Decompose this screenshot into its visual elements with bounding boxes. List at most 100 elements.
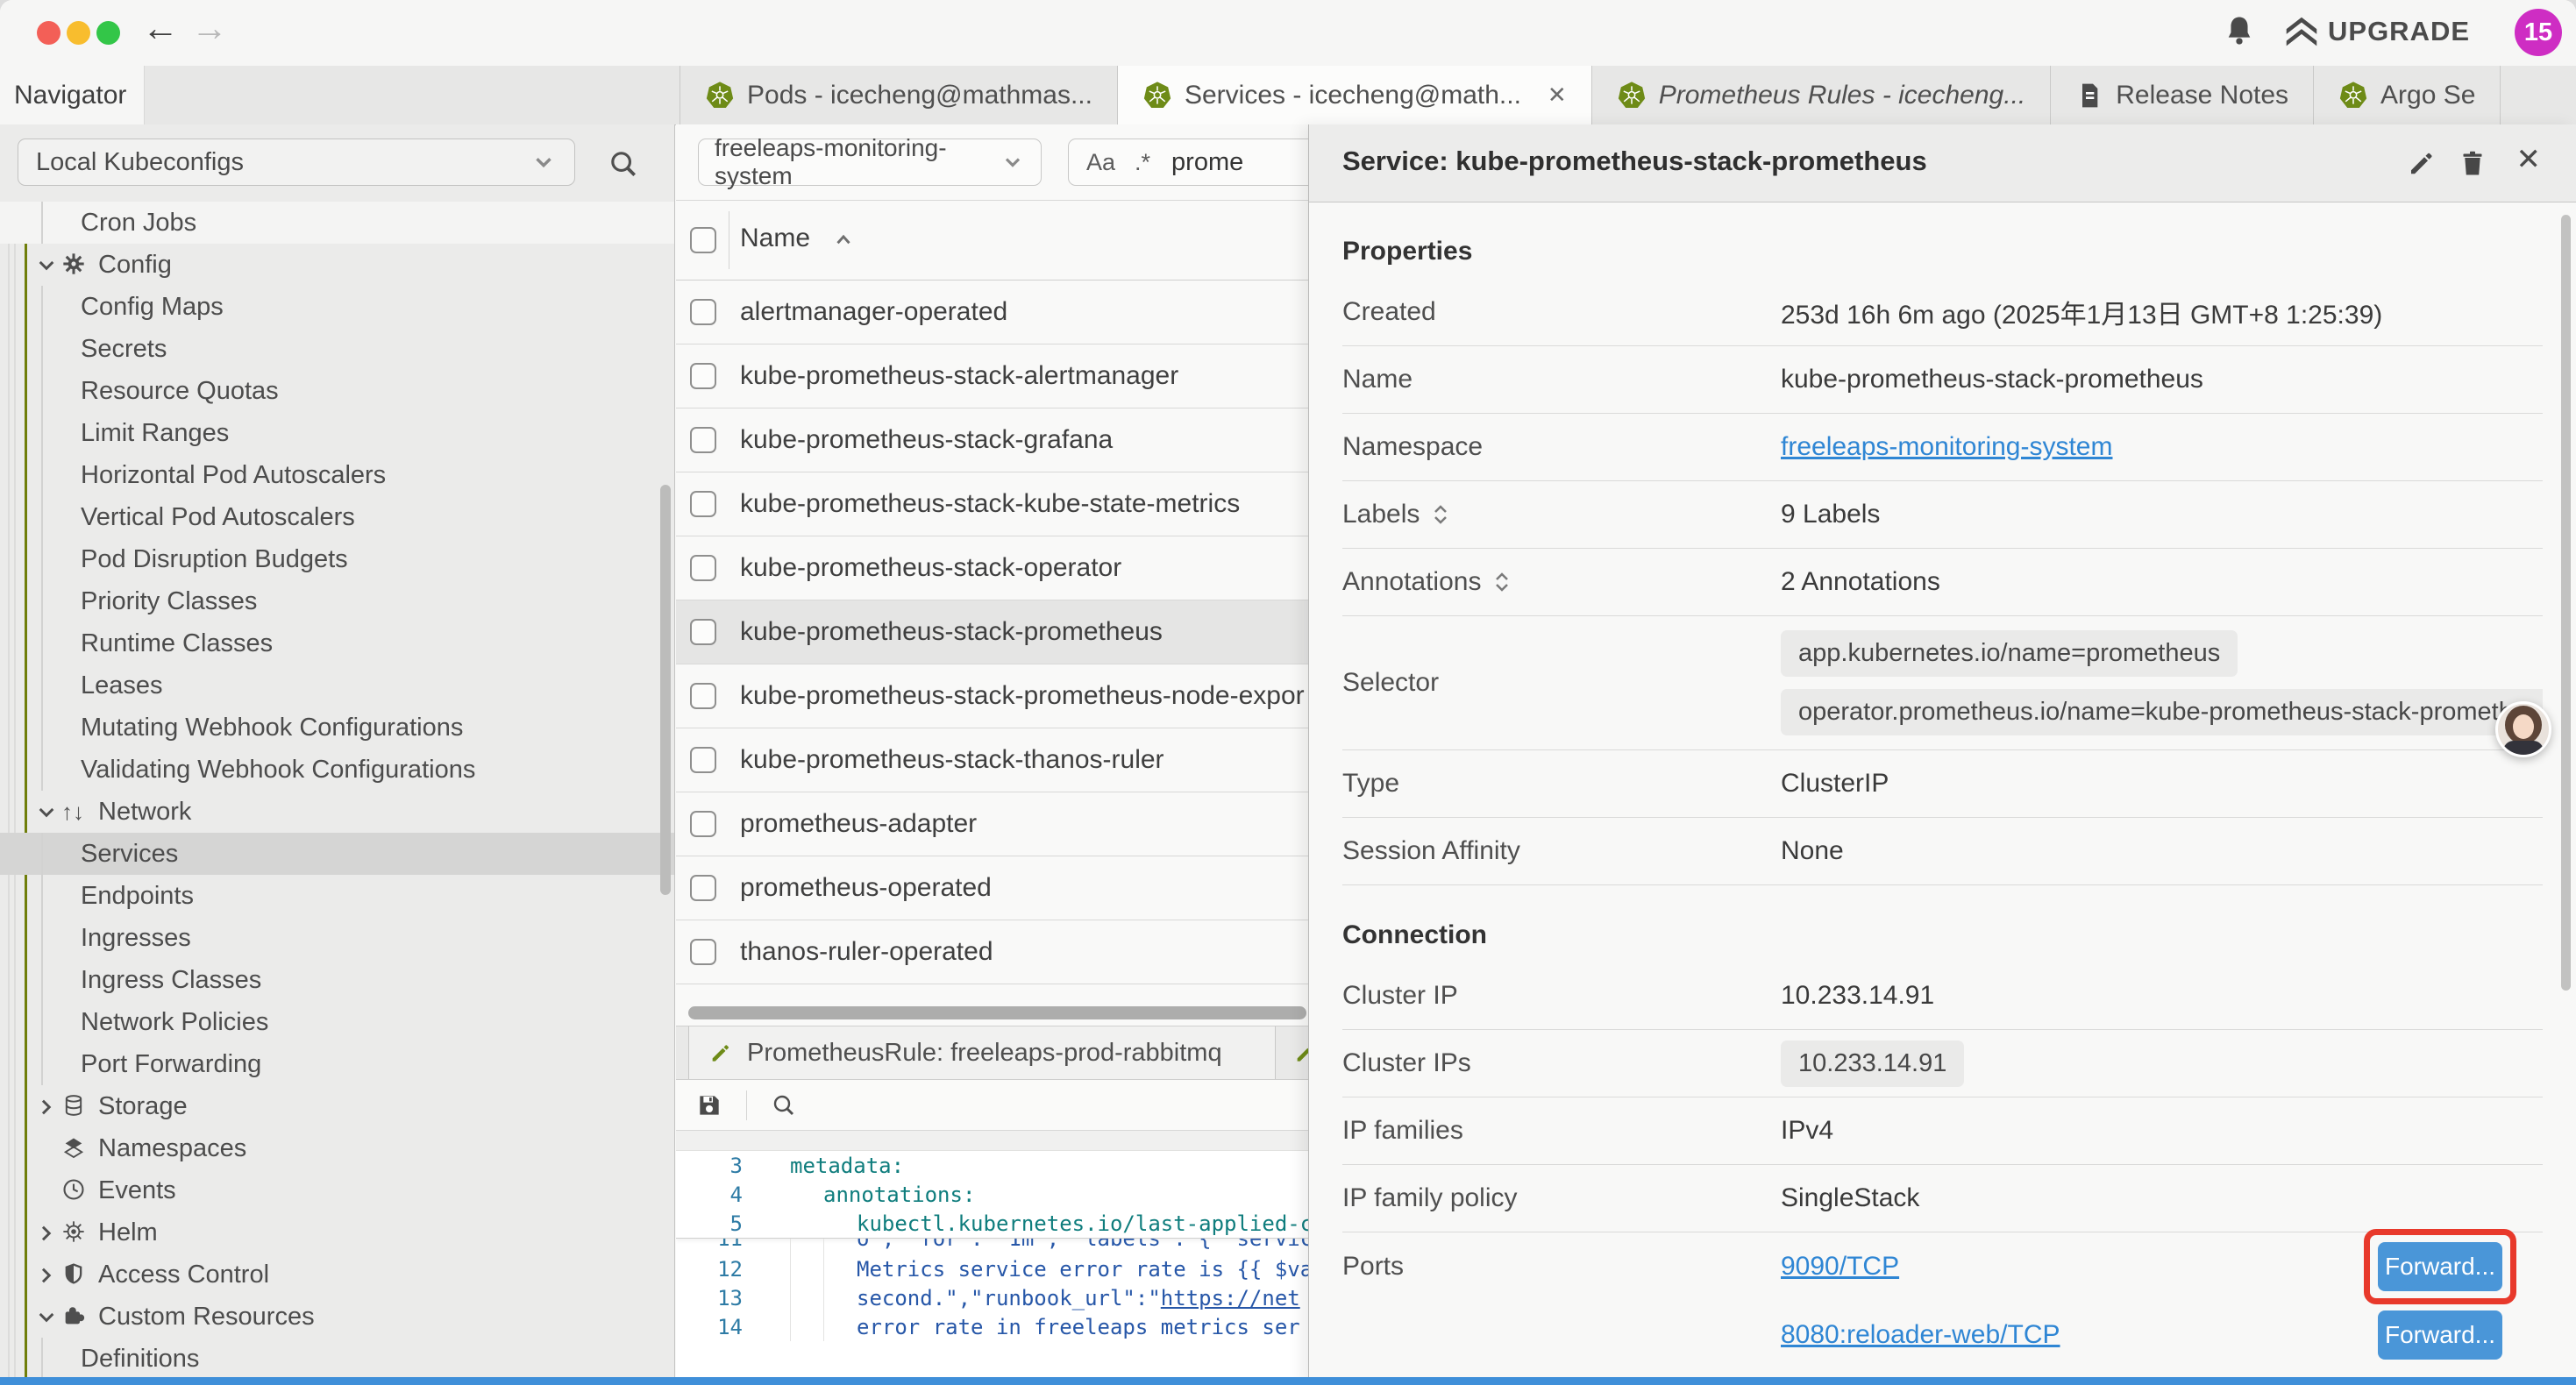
table-row-kube-prometheus-stack-promethe[interactable]: kube-prometheus-stack-prometheus [676,600,1308,664]
table-row-prometheus-operated[interactable]: prometheus-operated [676,856,1308,920]
expand-collapse-icon[interactable] [1430,501,1451,528]
table-row-kube-prometheus-stack-promethe[interactable]: kube-prometheus-stack-prometheus-node-ex… [676,664,1308,728]
forward-button[interactable]: → [191,7,228,49]
sidebar-item-network[interactable]: ↑↓Network [0,791,674,833]
sidebar-item-helm[interactable]: Helm [0,1211,674,1254]
table-row-prometheus-adapter[interactable]: prometheus-adapter [676,792,1308,856]
tab-prometheus-rules-icecheng[interactable]: Prometheus Rules - icecheng... [1592,66,2052,124]
sidebar-item-horizontal-pod-autoscalers[interactable]: Horizontal Pod Autoscalers [0,454,674,496]
navigator-panel-tab[interactable]: Navigator [0,66,145,124]
sidebar-item-custom-resources[interactable]: Custom Resources [0,1296,674,1338]
close-window-button[interactable] [37,21,60,45]
row-checkbox[interactable] [690,363,716,389]
sidebar-item-cron-jobs[interactable]: Cron Jobs [0,202,674,244]
namespace-filter-dropdown[interactable]: freeleaps-monitoring-system [698,138,1042,186]
row-checkbox[interactable] [690,747,716,773]
chevron-down-icon[interactable] [35,801,58,824]
sidebar-item-storage[interactable]: Storage [0,1085,674,1127]
edit-pencil-icon[interactable] [2406,147,2437,179]
sort-ascending-icon[interactable] [832,229,855,252]
table-row-kube-prometheus-stack-thanos-r[interactable]: kube-prometheus-stack-thanos-ruler [676,728,1308,792]
sidebar-item-resource-quotas[interactable]: Resource Quotas [0,370,674,412]
sidebar-item-runtime-classes[interactable]: Runtime Classes [0,622,674,664]
drawer-scrollbar-thumb[interactable] [2561,215,2571,991]
editor-search-icon[interactable] [770,1091,798,1119]
sidebar-item-namespaces[interactable]: Namespaces [0,1127,674,1169]
sidebar-item-secrets[interactable]: Secrets [0,328,674,370]
close-drawer-icon[interactable]: ✕ [2516,142,2542,177]
sidebar-item-events[interactable]: Events [0,1169,674,1211]
row-checkbox[interactable] [690,939,716,965]
kubeconfig-selector[interactable]: Local Kubeconfigs [18,138,575,186]
assistant-avatar[interactable] [2495,701,2551,757]
table-row-kube-prometheus-stack-operator[interactable]: kube-prometheus-stack-operator [676,536,1308,600]
sidebar-item-endpoints[interactable]: Endpoints [0,875,674,917]
sidebar-item-definitions[interactable]: Definitions [0,1338,674,1380]
minimize-window-button[interactable] [67,21,90,45]
chevron-right-icon[interactable] [35,1096,58,1119]
sidebar-item-services[interactable]: Services [0,833,674,875]
sidebar-item-access-control[interactable]: Access Control [0,1254,674,1296]
chevron-down-icon[interactable] [35,254,58,277]
row-checkbox[interactable] [690,875,716,901]
editor-tab-next[interactable] [1277,1026,1308,1079]
chevron-right-icon[interactable] [35,1222,58,1245]
sidebar-item-ingress-classes[interactable]: Ingress Classes [0,959,674,1001]
table-row-kube-prometheus-stack-kube-sta[interactable]: kube-prometheus-stack-kube-state-metrics [676,472,1308,536]
chevron-right-icon[interactable] [35,1264,58,1287]
tab-pods-icecheng-mathmas[interactable]: Pods - icecheng@mathmas... [680,66,1118,124]
row-checkbox[interactable] [690,555,716,581]
upgrade-button[interactable]: UPGRADE [2328,16,2470,47]
forward-button[interactable]: Forward... [2378,1310,2502,1360]
sidebar-item-limit-ranges[interactable]: Limit Ranges [0,412,674,454]
notifications-bell-icon[interactable] [2220,12,2259,51]
sidebar-scrollbar-thumb[interactable] [660,485,671,895]
match-case-toggle[interactable]: Aa [1086,149,1115,176]
port-link[interactable]: 8080:reloader-web/TCP [1781,1320,2060,1350]
sidebar-item-config[interactable]: Config [0,244,674,286]
back-button[interactable]: ← [142,7,179,49]
table-row-alertmanager-operated[interactable]: alertmanager-operated [676,281,1308,344]
notification-count-badge[interactable]: 15 [2515,9,2562,56]
sidebar-item-ingresses[interactable]: Ingresses [0,917,674,959]
sidebar-item-priority-classes[interactable]: Priority Classes [0,580,674,622]
sidebar-item-validating-webhook-configurati[interactable]: Validating Webhook Configurations [0,749,674,791]
forward-button[interactable]: Forward... [2378,1242,2502,1291]
zoom-window-button[interactable] [96,21,120,45]
tab-argo-se[interactable]: Argo Se [2314,66,2501,124]
row-checkbox[interactable] [690,619,716,645]
row-checkbox[interactable] [690,811,716,837]
horizontal-scrollbar-thumb[interactable] [688,1006,1306,1019]
row-checkbox[interactable] [690,299,716,325]
sidebar-item-pod-disruption-budgets[interactable]: Pod Disruption Budgets [0,538,674,580]
delete-trash-icon[interactable] [2457,147,2488,179]
sidebar-item-config-maps[interactable]: Config Maps [0,286,674,328]
upgrade-icon[interactable] [2281,12,2322,53]
table-row-kube-prometheus-stack-alertman[interactable]: kube-prometheus-stack-alertmanager [676,344,1308,408]
sidebar-search-icon[interactable] [607,147,640,181]
detail-value-link[interactable]: freeleaps-monitoring-system [1781,432,2543,462]
editor-tab-prometheusrule[interactable]: PrometheusRule: freeleaps-prod-rabbitmq [688,1026,1276,1079]
table-row-kube-prometheus-stack-grafana[interactable]: kube-prometheus-stack-grafana [676,408,1308,472]
yaml-editor[interactable]: 3metadata:4annotations:5kubectl.kubernet… [676,1131,1308,1385]
search-input[interactable] [1170,147,1296,178]
sidebar-item-mutating-webhook-configuration[interactable]: Mutating Webhook Configurations [0,707,674,749]
sidebar-item-network-policies[interactable]: Network Policies [0,1001,674,1043]
tab-services-icecheng-math[interactable]: Services - icecheng@math...✕ [1118,66,1592,124]
tab-release-notes[interactable]: Release Notes [2051,66,2314,124]
sidebar-item-port-forwarding[interactable]: Port Forwarding [0,1043,674,1085]
port-link[interactable]: 9090/TCP [1781,1252,1899,1282]
save-icon[interactable] [695,1091,723,1119]
name-column-header[interactable]: Name [740,224,810,253]
table-row-thanos-ruler-operated[interactable]: thanos-ruler-operated [676,920,1308,984]
chevron-down-icon[interactable] [35,1306,58,1329]
row-checkbox[interactable] [690,491,716,517]
close-tab-icon[interactable]: ✕ [1548,82,1567,109]
expand-collapse-icon[interactable] [1491,569,1512,595]
sidebar-item-leases[interactable]: Leases [0,664,674,707]
row-checkbox[interactable] [690,683,716,709]
select-all-checkbox[interactable] [690,227,716,253]
sidebar-item-vertical-pod-autoscalers[interactable]: Vertical Pod Autoscalers [0,496,674,538]
row-checkbox[interactable] [690,427,716,453]
regex-toggle[interactable]: .* [1135,149,1150,176]
